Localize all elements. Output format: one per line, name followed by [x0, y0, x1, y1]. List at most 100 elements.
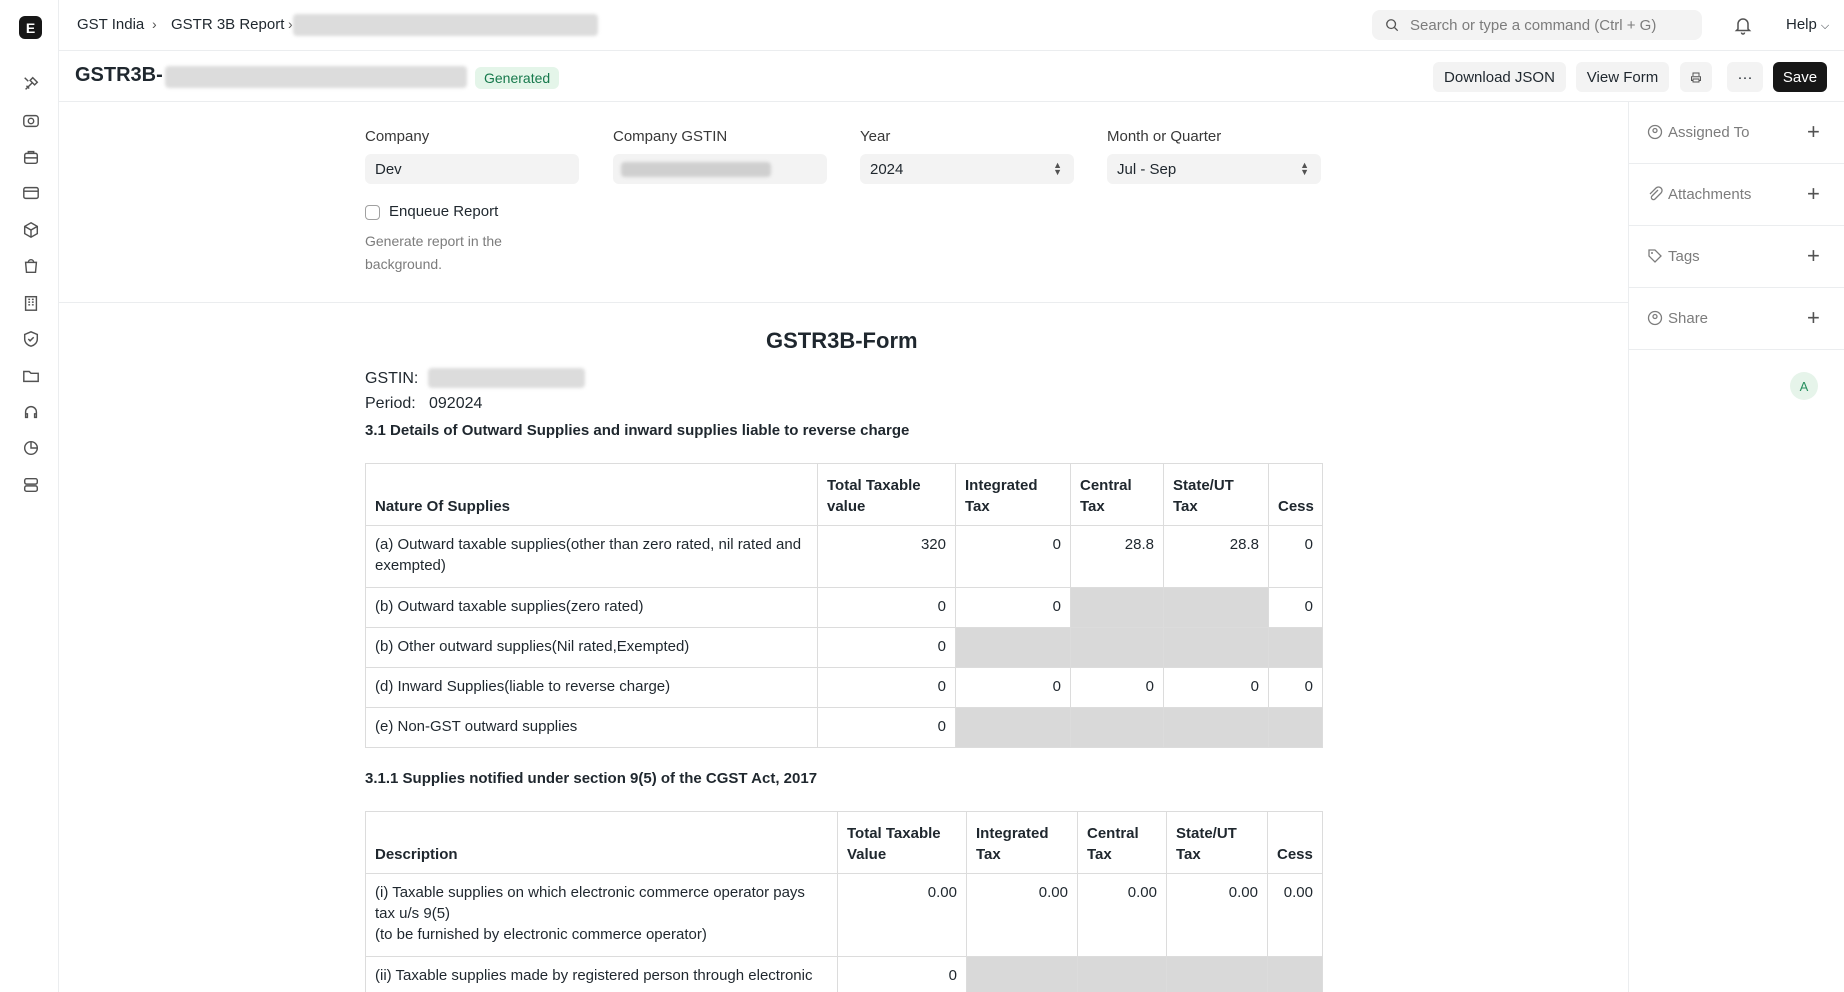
period-value: 092024: [429, 395, 483, 412]
table-cell: (ii) Taxable supplies made by registered…: [365, 956, 838, 992]
print-button[interactable]: [1680, 62, 1712, 92]
help-menu[interactable]: Help ⌵: [1786, 16, 1829, 33]
table-cell: (b) Outward taxable supplies(zero rated): [365, 587, 818, 628]
viewer-avatar: A: [1790, 372, 1818, 400]
disabled-cell: [1268, 627, 1323, 668]
enqueue-report-label[interactable]: Enqueue Report: [389, 203, 498, 220]
main-content: Company Dev Company GSTIN Year 2024 ▲ ▼ M…: [59, 102, 1628, 992]
save-button[interactable]: Save: [1773, 62, 1827, 92]
webcam-icon[interactable]: [20, 110, 42, 132]
select-arrows-icon: ▲ ▼: [1300, 160, 1309, 177]
add-tag-icon[interactable]: +: [1807, 243, 1820, 269]
year-label: Year: [860, 128, 891, 145]
table-cell: (i) Taxable supplies on which electronic…: [365, 873, 838, 957]
disabled-cell: [1268, 707, 1323, 748]
report-title: GSTR3B-Form: [766, 328, 918, 353]
box-icon[interactable]: [20, 219, 42, 241]
table-cell: 0: [1268, 667, 1323, 708]
table-row: (b) Other outward supplies(Nil rated,Exe…: [365, 627, 1323, 668]
table-cell: 0: [837, 956, 967, 992]
breadcrumb-current-redacted[interactable]: [293, 14, 598, 36]
table-cell: 0: [817, 667, 956, 708]
tools-icon[interactable]: [20, 73, 42, 95]
more-actions-button[interactable]: ···: [1727, 62, 1763, 92]
disabled-cell: [1070, 587, 1164, 628]
company-value: Dev: [375, 160, 402, 178]
column-header: State/UT Tax: [1166, 811, 1268, 874]
add-assignee-icon[interactable]: +: [1807, 119, 1820, 145]
share-icon: [1647, 310, 1663, 326]
building-icon[interactable]: [20, 292, 42, 314]
table-cell: 0.00: [1077, 873, 1167, 957]
company-gstin-field[interactable]: [613, 154, 827, 184]
company-label: Company: [365, 128, 430, 145]
folder-icon[interactable]: [20, 365, 42, 387]
server-icon[interactable]: [20, 474, 42, 496]
top-navbar: GST India › GSTR 3B Report › Help⌵ A: [59, 0, 1844, 51]
sidebar-label: Attachments: [1668, 186, 1752, 203]
sidebar-label: Assigned To: [1668, 124, 1750, 141]
headset-icon[interactable]: [20, 401, 42, 423]
breadcrumb-gst-india[interactable]: GST India: [77, 16, 144, 33]
section-3-1-1-title: 3.1.1 Supplies notified under section 9(…: [365, 770, 818, 787]
sidebar-item-assigned-to[interactable]: Assigned To +: [1629, 102, 1844, 164]
column-header: Central Tax: [1070, 463, 1164, 526]
add-share-icon[interactable]: +: [1807, 305, 1820, 331]
table-cell: (b) Other outward supplies(Nil rated,Exe…: [365, 627, 818, 668]
chevron-down-icon: ⌵: [1820, 20, 1830, 32]
search-bar[interactable]: [1372, 10, 1702, 40]
view-form-button[interactable]: View Form: [1576, 62, 1669, 92]
column-header: Total Taxable value: [817, 463, 956, 526]
year-select[interactable]: 2024 ▲ ▼: [860, 154, 1074, 184]
bag-icon[interactable]: [20, 255, 42, 277]
printer-icon: [1691, 72, 1701, 82]
disabled-cell: [1077, 956, 1167, 992]
enqueue-report-description: Generate report in the background.: [365, 233, 502, 272]
table-row: (a) Outward taxable supplies(other than …: [365, 525, 1323, 588]
app-logo[interactable]: E: [19, 16, 42, 39]
month-quarter-label: Month or Quarter: [1107, 128, 1222, 145]
table-cell: 0: [1163, 667, 1269, 708]
section-divider: [59, 302, 1628, 303]
disabled-cell: [1070, 707, 1164, 748]
table-cell: 0: [955, 525, 1071, 588]
table-cell: 0.00: [837, 873, 967, 957]
sidebar-item-share[interactable]: Share +: [1629, 288, 1844, 350]
row-description-note: (to be furnished by electronic commerce …: [375, 926, 707, 943]
chart-icon[interactable]: [20, 437, 42, 459]
shield-icon[interactable]: [20, 328, 42, 350]
company-field[interactable]: Dev: [365, 154, 579, 184]
breadcrumb-separator-icon: ›: [152, 16, 157, 32]
disabled-cell: [955, 707, 1071, 748]
briefcase-icon[interactable]: [20, 146, 42, 168]
disabled-cell: [1163, 587, 1269, 628]
column-header: Cess: [1268, 463, 1323, 526]
add-attachment-icon[interactable]: +: [1807, 181, 1820, 207]
sidebar-item-tags[interactable]: Tags +: [1629, 226, 1844, 288]
gstin-value-redacted: [428, 368, 585, 388]
table-cell: 0: [1070, 667, 1164, 708]
disabled-cell: [1163, 627, 1269, 668]
column-header: Cess: [1267, 811, 1323, 874]
enqueue-report-checkbox[interactable]: [365, 205, 380, 220]
table-cell: 0: [817, 587, 956, 628]
table-row: (e) Non-GST outward supplies 0: [365, 707, 1323, 748]
sidebar-item-attachments[interactable]: Attachments +: [1629, 164, 1844, 226]
icon-rail: E: [0, 0, 59, 992]
search-input[interactable]: [1410, 10, 1695, 40]
month-quarter-select[interactable]: Jul - Sep ▲ ▼: [1107, 154, 1321, 184]
table-cell: 0.00: [1267, 873, 1323, 957]
card-icon[interactable]: [20, 182, 42, 204]
notification-bell-icon[interactable]: [1733, 15, 1753, 35]
paperclip-icon: [1649, 186, 1663, 201]
download-json-button[interactable]: Download JSON: [1433, 62, 1566, 92]
table-cell: 0.00: [966, 873, 1078, 957]
column-header: Integrated Tax: [955, 463, 1071, 526]
table-cell: 0.00: [1166, 873, 1268, 957]
column-header: Nature Of Supplies: [365, 463, 818, 526]
column-header: Total Taxable Value: [837, 811, 967, 874]
row-description: (i) Taxable supplies on which electronic…: [375, 884, 805, 922]
breadcrumb-gstr-3b-report[interactable]: GSTR 3B Report: [171, 16, 284, 33]
page-title-redacted: [165, 66, 467, 88]
status-badge: Generated: [475, 67, 560, 89]
